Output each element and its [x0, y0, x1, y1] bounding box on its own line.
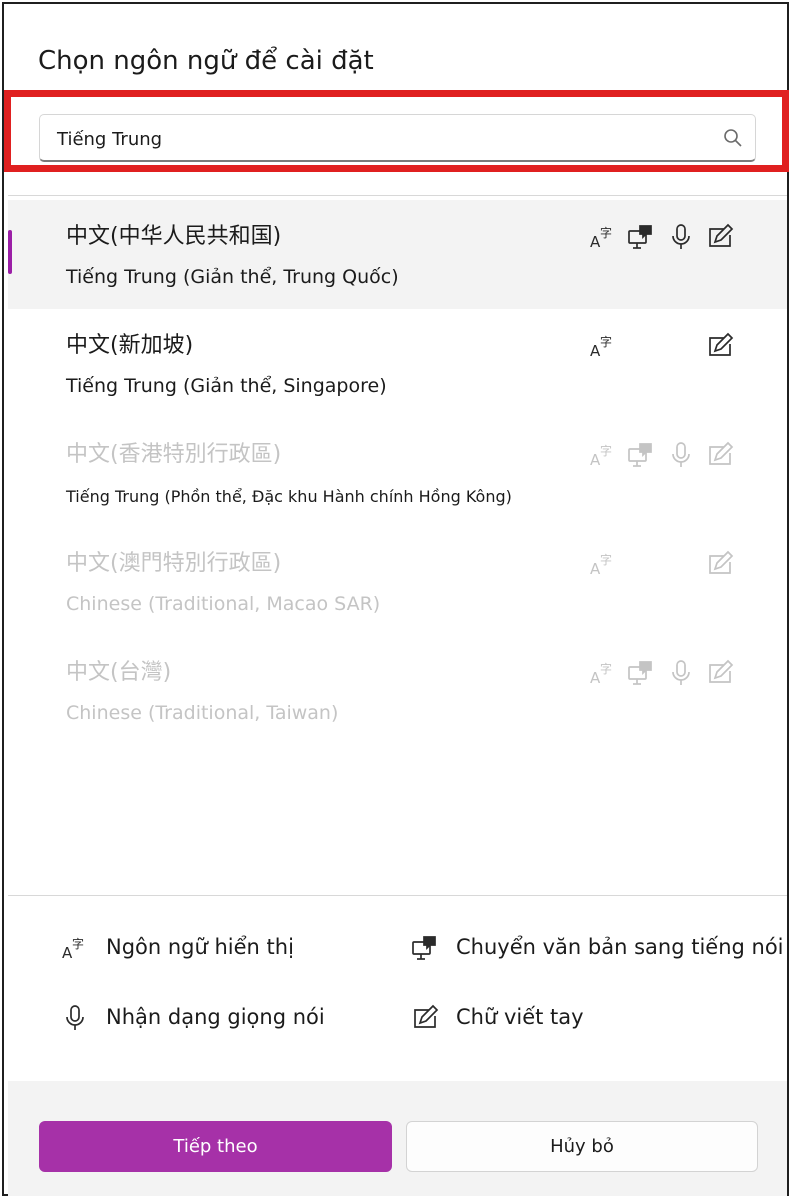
language-item-zh-cn[interactable]: 中文(中华人民共和国) Tiếng Trung (Giản thể, Trung…: [8, 200, 787, 309]
next-button[interactable]: Tiếp theo: [39, 1121, 392, 1172]
language-item-zh-hk: 中文(香港特別行政區) Tiếng Trung (Phồn thể, Đặc k…: [8, 418, 787, 527]
language-native-name: 中文(香港特別行政區): [66, 442, 282, 467]
svg-text:字: 字: [600, 552, 612, 567]
svg-text:字: 字: [72, 936, 84, 951]
svg-text:字: 字: [600, 661, 612, 676]
selection-indicator: [8, 230, 12, 274]
language-localized-name: Chinese (Traditional, Macao SAR): [66, 593, 381, 615]
search-icon[interactable]: [723, 128, 743, 148]
handwriting-icon: [705, 440, 735, 470]
language-localized-name: Tiếng Trung (Phồn thể, Đặc khu Hành chín…: [66, 487, 512, 506]
text-to-speech-icon: [626, 658, 656, 688]
language-native-name: 中文(中华人民共和国): [66, 224, 282, 249]
legend-label: Ngôn ngữ hiển thị: [106, 935, 294, 959]
display-language-icon: A字: [588, 658, 618, 688]
language-localized-name: Chinese (Traditional, Taiwan): [66, 702, 339, 724]
language-localized-name: Tiếng Trung (Giản thể, Trung Quốc): [66, 266, 399, 288]
handwriting-icon: [705, 222, 735, 252]
display-language-icon: A字: [60, 933, 90, 963]
text-to-speech-icon: [626, 440, 656, 470]
language-native-name: 中文(台灣): [66, 660, 172, 685]
handwriting-icon: [705, 331, 735, 361]
microphone-icon: [666, 658, 696, 688]
language-native-name: 中文(新加坡): [66, 333, 194, 358]
search-input[interactable]: Tiếng Trung: [39, 114, 756, 162]
legend-label: Chuyển văn bản sang tiếng nói: [456, 935, 784, 959]
install-language-dialog: Chọn ngôn ngữ để cài đặt Tiếng Trung 中文(…: [2, 2, 789, 1196]
text-to-speech-icon: [410, 933, 440, 963]
display-language-icon: A字: [588, 549, 618, 579]
language-list[interactable]: 中文(中华人民共和国) Tiếng Trung (Giản thể, Trung…: [8, 200, 787, 745]
cancel-button[interactable]: Hủy bỏ: [406, 1121, 758, 1172]
language-item-zh-tw: 中文(台灣) Chinese (Traditional, Taiwan) A字: [8, 636, 787, 745]
display-language-icon: A字: [588, 440, 618, 470]
svg-text:字: 字: [600, 443, 612, 458]
handwriting-icon: [705, 549, 735, 579]
microphone-icon: [666, 222, 696, 252]
language-item-zh-sg[interactable]: 中文(新加坡) Tiếng Trung (Giản thể, Singapore…: [8, 309, 787, 418]
legend-top-divider: [8, 895, 787, 896]
display-language-icon: A字: [588, 331, 618, 361]
microphone-icon: [666, 440, 696, 470]
language-localized-name: Tiếng Trung (Giản thể, Singapore): [66, 375, 387, 397]
language-item-zh-mo: 中文(澳門特別行政區) Chinese (Traditional, Macao …: [8, 527, 787, 636]
feature-legend: A字 Ngôn ngữ hiển thị Chuyển văn bản sang…: [8, 899, 787, 1079]
language-native-name: 中文(澳門特別行政區): [66, 551, 282, 576]
dialog-footer: Tiếp theo Hủy bỏ: [8, 1081, 787, 1196]
svg-text:字: 字: [600, 225, 612, 240]
legend-label: Chữ viết tay: [456, 1005, 584, 1029]
list-top-divider: [8, 195, 787, 196]
microphone-icon: [60, 1003, 90, 1033]
dialog-title: Chọn ngôn ngữ để cài đặt: [38, 46, 374, 76]
legend-label: Nhận dạng giọng nói: [106, 1005, 325, 1029]
svg-text:字: 字: [600, 334, 612, 349]
handwriting-icon: [705, 658, 735, 688]
search-input-value[interactable]: Tiếng Trung: [57, 129, 162, 150]
display-language-icon: A字: [588, 222, 618, 252]
handwriting-icon: [410, 1003, 440, 1033]
text-to-speech-icon: [626, 222, 656, 252]
